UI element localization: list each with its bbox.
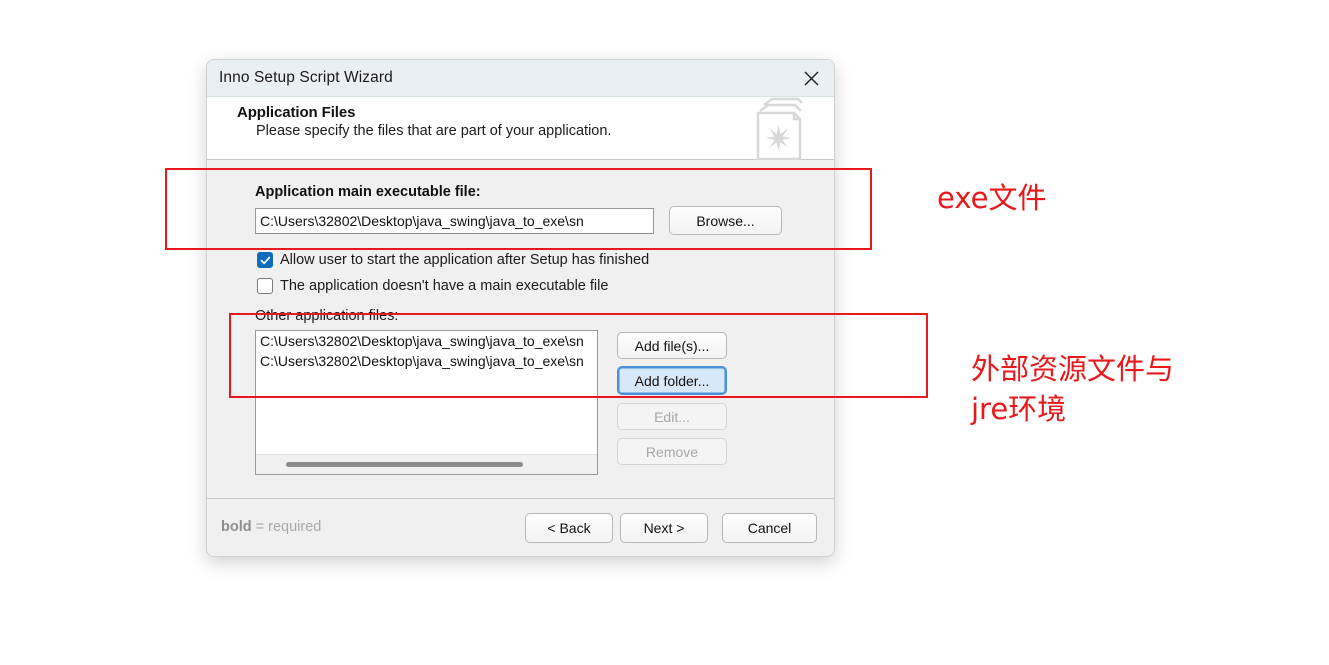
dialog-footer: bold = required < Back Next > Cancel [207,498,834,556]
documents-star-icon [750,91,814,165]
list-item[interactable]: C:\Users\32802\Desktop\java_swing\java_t… [256,351,597,371]
close-icon [803,70,820,87]
required-note: bold = required [221,519,321,535]
window-title: Inno Setup Script Wizard [219,69,393,86]
listbox-horizontal-scrollbar[interactable] [256,454,597,474]
inno-setup-wizard-dialog: Inno Setup Script Wizard Application Fil… [206,59,835,557]
scrollbar-thumb[interactable] [286,462,523,467]
back-button[interactable]: < Back [525,513,613,543]
browse-button[interactable]: Browse... [669,206,782,235]
dialog-body: Application main executable file: C:\Use… [207,160,834,500]
list-item[interactable]: C:\Users\32802\Desktop\java_swing\java_t… [256,331,597,351]
remove-button: Remove [617,438,727,465]
other-files-listbox[interactable]: C:\Users\32802\Desktop\java_swing\java_t… [255,330,598,475]
checkbox-checked-icon [257,252,273,268]
annotation-label-exe: exe文件 [937,181,1047,215]
annotation-label-resources-line1: 外部资源文件与 [971,352,1175,386]
add-files-button[interactable]: Add file(s)... [617,332,727,359]
edit-button: Edit... [617,403,727,430]
title-bar: Inno Setup Script Wizard [207,60,834,97]
checkbox-no-main-executable[interactable]: The application doesn't have a main exec… [257,278,608,294]
checkbox-allow-start-after-setup[interactable]: Allow user to start the application afte… [257,252,649,268]
checkbox-label: The application doesn't have a main exec… [280,278,609,294]
page-title: Application Files [237,104,356,121]
checkbox-unchecked-icon [257,278,273,294]
page-subtitle: Please specify the files that are part o… [256,123,612,139]
main-executable-label: Application main executable file: [255,184,481,200]
other-files-label: Other application files: [255,308,399,324]
screenshot-root: Inno Setup Script Wizard Application Fil… [0,0,1329,665]
checkbox-label: Allow user to start the application afte… [280,252,650,268]
next-button[interactable]: Next > [620,513,708,543]
annotation-label-resources-line2: jre环境 [971,392,1067,426]
main-executable-path-input[interactable]: C:\Users\32802\Desktop\java_swing\java_t… [255,208,654,234]
required-note-bold: bold [221,519,252,535]
required-note-rest: = required [251,519,322,535]
page-header: Application Files Please specify the fil… [207,97,834,161]
add-folder-button[interactable]: Add folder... [617,366,727,395]
cancel-button[interactable]: Cancel [722,513,817,543]
